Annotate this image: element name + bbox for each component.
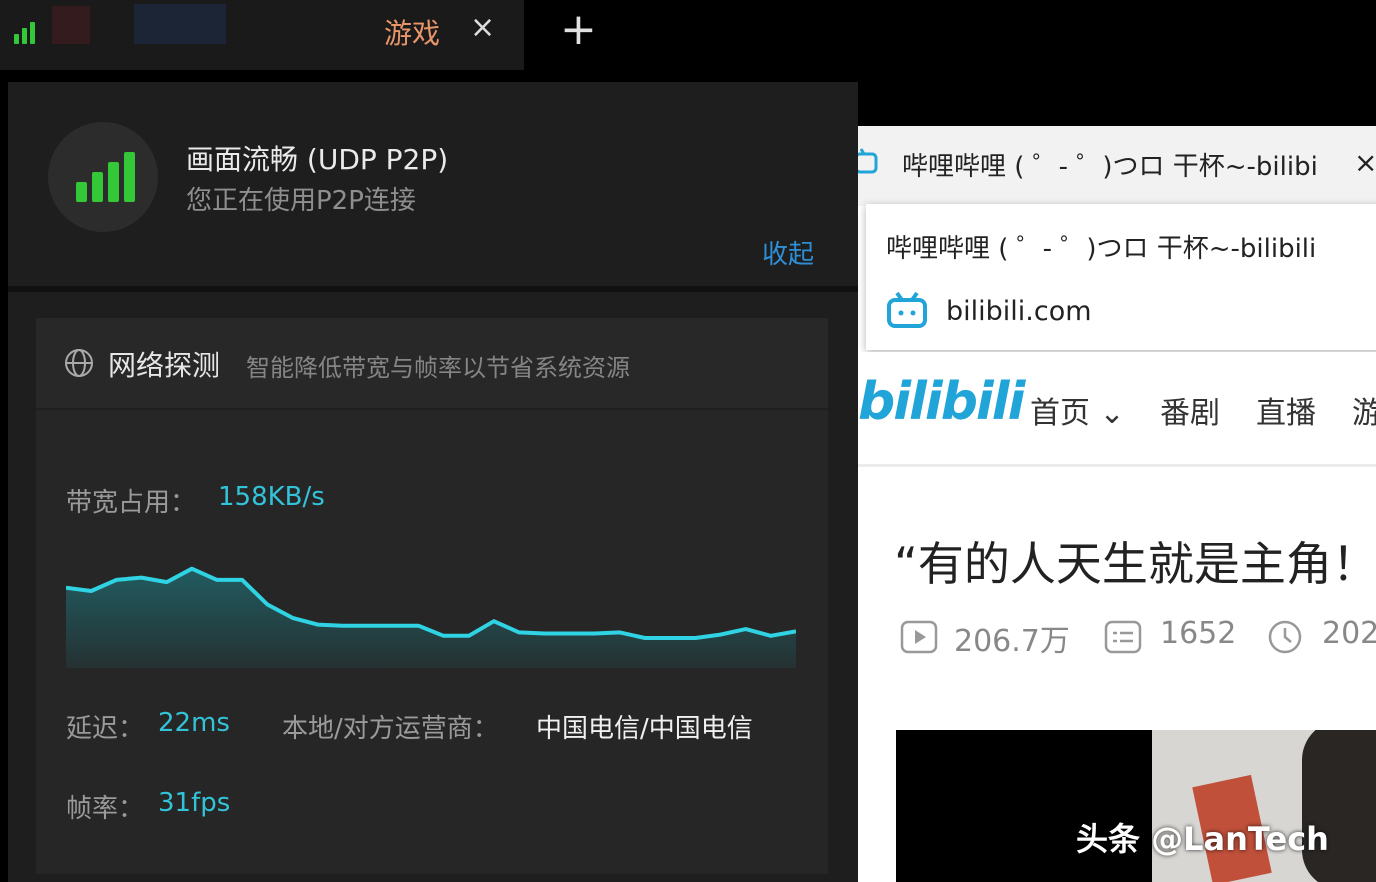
tooltip-title: 哔哩哔哩 ( ゜- ゜)つロ 干杯~-bilibili: [886, 234, 1317, 264]
video-title: “有的人天生就是主角！: [894, 537, 1376, 591]
clock-icon: [1268, 620, 1302, 654]
connection-status-card: 画面流畅 (UDP P2P) 您正在使用P2P连接 收起: [8, 82, 858, 286]
collapse-link[interactable]: 收起: [762, 234, 814, 271]
bilibili-logo[interactable]: bilibili: [858, 372, 1025, 432]
watermark: 头条 @LanTech: [1076, 820, 1329, 858]
browser-tab-close-button[interactable]: ×: [1354, 146, 1376, 179]
bandwidth-area: [66, 568, 796, 668]
blurred-username: [134, 4, 226, 44]
connection-status-title: 画面流畅 (UDP P2P): [186, 143, 449, 176]
divider: [8, 286, 858, 292]
bilibili-tv-icon: [858, 148, 878, 174]
site-header: bilibili 首页 ⌄ 番剧 直播 游: [858, 352, 1376, 467]
new-tab-button[interactable]: +: [560, 6, 597, 54]
latency-value: 22ms: [158, 708, 230, 738]
isp-value: 中国电信/中国电信: [536, 714, 753, 744]
browser-tab-title: 哔哩哔哩 ( ゜- ゜)つロ 干杯~-bilibi: [902, 152, 1318, 182]
danmaku-count: 1652: [1160, 616, 1237, 651]
nav-live[interactable]: 直播: [1256, 388, 1316, 432]
bandwidth-chart: [66, 566, 796, 668]
tab-title: 游戏: [384, 17, 441, 50]
nav-home[interactable]: 首页 ⌄: [1030, 388, 1125, 432]
play-count-icon: [900, 620, 938, 654]
globe-icon: [65, 349, 93, 377]
tooltip-domain: bilibili.com: [946, 296, 1092, 327]
framerate-label: 帧率：: [66, 794, 145, 824]
connection-status-subtitle: 您正在使用P2P连接: [186, 186, 416, 216]
network-probe-description: 智能降低带宽与帧率以节省系统资源: [246, 354, 630, 382]
latency-label: 延迟：: [66, 714, 145, 744]
signal-bars-icon: [76, 152, 135, 202]
tab-hover-tooltip: 哔哩哔哩 ( ゜- ゜)つロ 干杯~-bilibili bilibili.com: [866, 204, 1376, 350]
isp-label: 本地/对方运营商：: [282, 714, 499, 744]
framerate-value: 31fps: [158, 788, 231, 818]
nav-games[interactable]: 游: [1352, 388, 1376, 432]
signal-badge: [48, 122, 158, 232]
view-count: 206.7万: [954, 624, 1070, 659]
bilibili-tv-icon: [887, 292, 927, 328]
bandwidth-label: 带宽占用：: [66, 488, 197, 518]
network-probe-card: 网络探测 智能降低带宽与帧率以节省系统资源 带宽占用： 158KB/s 延迟： …: [36, 318, 828, 874]
tab-bar: 游戏 × +: [0, 0, 1376, 72]
tab-close-button[interactable]: ×: [470, 10, 495, 45]
signal-strength-icon: [14, 16, 44, 44]
blurred-avatar: [52, 6, 90, 44]
remote-browser-view[interactable]: 哔哩哔哩 ( ゜- ゜)つロ 干杯~-bilibi × 哔哩哔哩 ( ゜- ゜)…: [858, 126, 1376, 882]
danmaku-icon: [1104, 620, 1142, 654]
bandwidth-value: 158KB/s: [218, 482, 325, 512]
nav-anime[interactable]: 番剧: [1160, 388, 1220, 432]
network-probe-title: 网络探测: [108, 349, 221, 382]
connection-panel: 画面流畅 (UDP P2P) 您正在使用P2P连接 收起 网络探测 智能降低带宽…: [8, 82, 858, 882]
chevron-down-icon: ⌄: [1099, 396, 1125, 431]
network-probe-header[interactable]: 网络探测 智能降低带宽与帧率以节省系统资源: [36, 318, 828, 410]
publish-date: 202: [1322, 616, 1376, 651]
browser-tab[interactable]: 哔哩哔哩 ( ゜- ゜)つロ 干杯~-bilibi ×: [858, 126, 1376, 206]
active-tab[interactable]: 游戏 ×: [0, 0, 524, 70]
